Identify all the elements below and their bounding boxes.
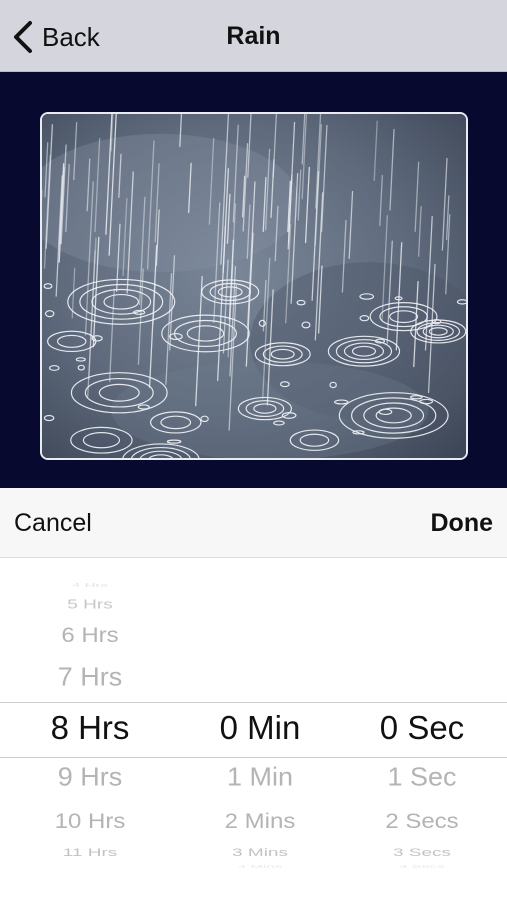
seconds-option[interactable]: 1 Sec [337, 764, 507, 791]
hours-option[interactable]: 11 Hrs [0, 847, 180, 858]
seconds-option[interactable]: 2 Secs [337, 811, 507, 832]
picker-toolbar: Cancel Done [0, 488, 507, 558]
seconds-selected-option[interactable]: 0 Sec [337, 711, 507, 744]
hero-section [0, 72, 507, 488]
duration-picker: 4 Hrs 5 Hrs 6 Hrs 7 Hrs 8 Hrs 9 Hrs 10 H… [0, 558, 507, 900]
hours-option[interactable]: 4 Hrs [0, 583, 180, 588]
hours-option[interactable]: 10 Hrs [0, 811, 180, 832]
minutes-option[interactable]: 2 Mins [170, 811, 350, 832]
minutes-option[interactable]: 1 Min [170, 764, 350, 791]
minutes-wheel[interactable]: 0 Min 1 Min 2 Mins 3 Mins 4 Mins [170, 558, 350, 900]
navigation-bar: Back Rain [0, 0, 507, 72]
seconds-wheel[interactable]: 0 Sec 1 Sec 2 Secs 3 Secs 4 Secs [337, 558, 507, 900]
hours-option[interactable]: 6 Hrs [0, 625, 180, 646]
hours-option[interactable]: 9 Hrs [0, 764, 180, 791]
seconds-option[interactable]: 3 Secs [337, 847, 507, 858]
page-title: Rain [226, 22, 281, 50]
minutes-selected-option[interactable]: 0 Min [170, 711, 350, 744]
hours-selected-option[interactable]: 8 Hrs [0, 711, 180, 744]
cancel-button[interactable]: Cancel [14, 509, 92, 538]
minutes-option[interactable]: 4 Mins [170, 864, 350, 869]
seconds-option[interactable]: 4 Secs [337, 864, 507, 869]
done-button[interactable]: Done [431, 509, 494, 538]
hours-option[interactable]: 7 Hrs [0, 664, 180, 691]
hours-option[interactable]: 5 Hrs [0, 598, 180, 611]
hours-wheel[interactable]: 4 Hrs 5 Hrs 6 Hrs 7 Hrs 8 Hrs 9 Hrs 10 H… [0, 558, 180, 900]
minutes-option[interactable]: 3 Mins [170, 847, 350, 858]
rain-artwork [40, 112, 468, 460]
